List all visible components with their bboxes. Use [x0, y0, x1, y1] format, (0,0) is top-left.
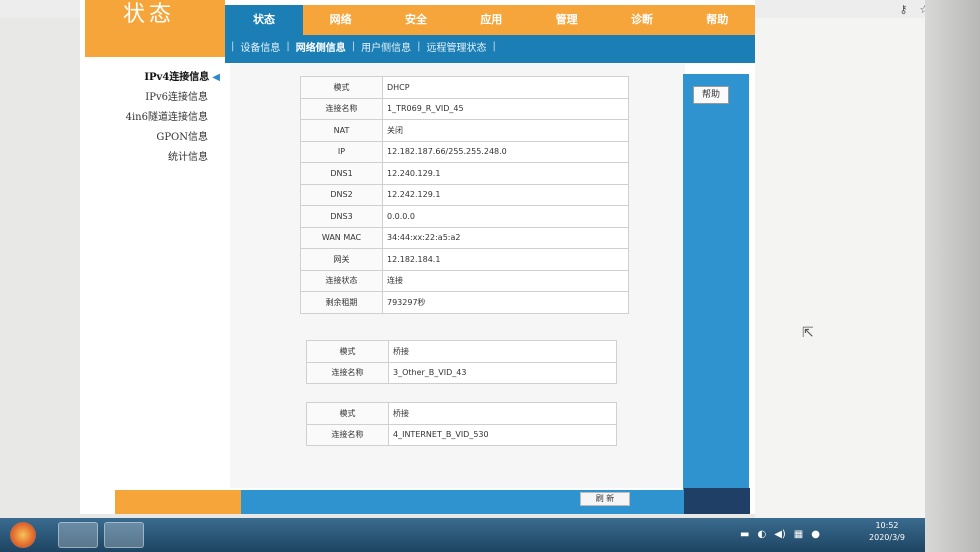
field-label: 模式 [300, 76, 383, 99]
table-row: DNS1 12.240.129.1 [300, 162, 629, 185]
field-value: 34:44:xx:22:a5:a2 [382, 226, 629, 249]
arrow-left-icon: ◀ [212, 72, 220, 83]
field-label: 连接状态 [300, 269, 383, 292]
tray-keyboard-icon[interactable]: ▦ [794, 529, 803, 540]
taskbar-clock[interactable]: 10:52 2020/3/9 [862, 520, 912, 544]
table-row: 模式 DHCP [300, 76, 629, 99]
table-row: 连接名称 1_TR069_R_VID_45 [300, 97, 629, 120]
subnav-device-info[interactable]: 设备信息 [240, 39, 280, 54]
field-value: 793297秒 [382, 291, 629, 314]
browser-background [755, 18, 925, 518]
sidebar-item-4in6[interactable]: 4in6隧道连接信息 [110, 108, 220, 128]
main-nav: 状态 网络 安全 应用 管理 诊断 帮助 [225, 5, 755, 35]
sidebar: IPv4连接信息 ◀ IPv6连接信息 4in6隧道连接信息 GPON信息 统计信… [110, 68, 220, 168]
field-value: 连接 [382, 269, 629, 292]
table-row: DNS2 12.242.129.1 [300, 183, 629, 206]
refresh-button[interactable]: 刷 新 [580, 492, 630, 506]
nav-network[interactable]: 网络 [303, 5, 378, 35]
field-value: 桥接 [388, 402, 617, 425]
table-row: 网关 12.182.184.1 [300, 248, 629, 271]
sidebar-item-gpon[interactable]: GPON信息 [110, 128, 220, 148]
mouse-cursor-icon: ⇱ [802, 325, 814, 341]
field-value: 桥接 [388, 340, 617, 363]
sidebar-item-stats[interactable]: 统计信息 [110, 148, 220, 168]
table-row: 剩余租期 793297秒 [300, 291, 629, 314]
tray-flag-icon[interactable]: ▬ [740, 529, 749, 540]
field-value: 12.182.187.66/255.255.248.0 [382, 140, 629, 163]
help-button[interactable]: 帮助 [693, 86, 729, 104]
field-value: DHCP [382, 76, 629, 99]
nav-manage[interactable]: 管理 [529, 5, 604, 35]
system-tray: ▬ ◐ ◀) ▦ ● [740, 522, 820, 546]
field-value: 12.240.129.1 [382, 162, 629, 185]
sidebar-item-ipv4[interactable]: IPv4连接信息 ◀ [110, 68, 220, 88]
field-label: DNS1 [300, 162, 383, 185]
field-value: 1_TR069_R_VID_45 [382, 97, 629, 120]
table-row: 连接名称 3_Other_B_VID_43 [306, 361, 617, 384]
field-label: 模式 [306, 340, 389, 363]
field-label: 连接名称 [306, 423, 389, 446]
table-row: 连接状态 连接 [300, 269, 629, 292]
clock-time: 10:52 [875, 521, 899, 530]
field-label: 模式 [306, 402, 389, 425]
table-row: 模式 桥接 [306, 402, 617, 425]
monitor-bezel [925, 0, 980, 552]
field-label: 剩余租期 [300, 291, 383, 314]
field-label: 连接名称 [300, 97, 383, 120]
connection-table-2: 模式 桥接 连接名称 3_Other_B_VID_43 [306, 340, 617, 384]
sidebar-item-ipv6[interactable]: IPv6连接信息 [110, 88, 220, 108]
field-value: 关闭 [382, 119, 629, 142]
field-label: WAN MAC [300, 226, 383, 249]
field-value: 12.182.184.1 [382, 248, 629, 271]
field-value: 3_Other_B_VID_43 [388, 361, 617, 384]
field-value: 12.242.129.1 [382, 183, 629, 206]
clock-date: 2020/3/9 [869, 533, 905, 542]
connection-table-1: 模式 DHCP 连接名称 1_TR069_R_VID_45 NAT 关闭 IP 12.182.… [300, 76, 629, 314]
table-row: 模式 桥接 [306, 340, 617, 363]
key-icon[interactable]: ⚷ [899, 3, 907, 16]
table-row: DNS3 0.0.0.0 [300, 205, 629, 228]
help-panel [683, 74, 749, 509]
field-value: 0.0.0.0 [382, 205, 629, 228]
table-row: NAT 关闭 [300, 119, 629, 142]
start-button[interactable] [10, 522, 36, 548]
field-label: 网关 [300, 248, 383, 271]
tray-volume-icon[interactable]: ◀) [774, 529, 786, 540]
nav-apps[interactable]: 应用 [454, 5, 529, 35]
page-logo: 状态 [85, 0, 225, 48]
field-value: 4_INTERNET_B_VID_530 [388, 423, 617, 446]
taskbar-app-explorer[interactable] [58, 522, 98, 548]
nav-diagnose[interactable]: 诊断 [604, 5, 679, 35]
field-label: NAT [300, 119, 383, 142]
subnav-remote-status[interactable]: 远程管理状态 [427, 39, 487, 54]
table-row: WAN MAC 34:44:xx:22:a5:a2 [300, 226, 629, 249]
table-row: 连接名称 4_INTERNET_B_VID_530 [306, 423, 617, 446]
subnav-user-info[interactable]: 用户侧信息 [361, 39, 411, 54]
subnav-network-info[interactable]: 网络侧信息 [296, 39, 346, 54]
taskbar-app-window[interactable] [104, 522, 144, 548]
tray-badge-icon[interactable]: ● [811, 529, 820, 540]
connection-table-3: 模式 桥接 连接名称 4_INTERNET_B_VID_530 [306, 402, 617, 446]
nav-security[interactable]: 安全 [378, 5, 453, 35]
field-label: 连接名称 [306, 361, 389, 384]
table-row: IP 12.182.187.66/255.255.248.0 [300, 140, 629, 163]
field-label: DNS2 [300, 183, 383, 206]
nav-status[interactable]: 状态 [225, 5, 303, 35]
nav-help[interactable]: 帮助 [680, 5, 755, 35]
sub-nav: | 设备信息 | 网络侧信息 | 用户侧信息 | 远程管理状态 | [225, 35, 755, 57]
field-label: IP [300, 140, 383, 163]
field-label: DNS3 [300, 205, 383, 228]
tray-network-icon[interactable]: ◐ [757, 529, 766, 540]
